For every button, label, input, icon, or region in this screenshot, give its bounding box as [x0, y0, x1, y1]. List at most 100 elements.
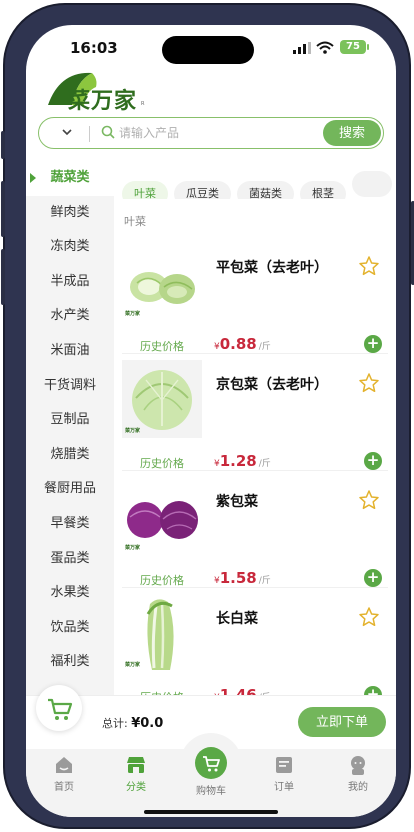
sidebar-item-label: 餐厨用品	[43, 481, 96, 497]
nav-profile[interactable]: 我的	[328, 755, 388, 793]
tab-roots[interactable]: 根茎	[300, 181, 346, 199]
image-watermark: 菜万家	[125, 662, 141, 668]
search-divider	[89, 126, 90, 142]
chevron-down-icon[interactable]	[61, 126, 73, 138]
product-card[interactable]: 菜万家 长白菜 历史价格 ¥1.46/斤 +	[122, 586, 388, 704]
sidebar-item-roast-meat[interactable]: 烧腊类	[26, 438, 114, 473]
floating-cart-button[interactable]	[36, 685, 82, 731]
sidebar-item-label: 豆制品	[50, 412, 90, 428]
sidebar-item-label: 冻肉类	[50, 239, 90, 255]
nav-category[interactable]: 分类	[106, 755, 166, 793]
nav-label: 我的	[348, 782, 368, 793]
battery-icon: 75	[340, 40, 366, 54]
section-label: 叶菜	[124, 215, 146, 228]
sidebar-item-label: 蔬菜类	[50, 170, 90, 185]
product-price: ¥0.88/斤	[214, 334, 271, 353]
sidebar-item-drinks[interactable]: 饮品类	[26, 611, 114, 646]
add-to-cart-plus-icon[interactable]: +	[364, 452, 382, 470]
price-value: 1.28	[219, 452, 257, 470]
image-watermark: 菜万家	[125, 428, 141, 434]
sidebar-item-label: 水产类	[50, 308, 90, 324]
status-time: 16:03	[70, 39, 118, 57]
product-image: 菜万家	[122, 243, 202, 321]
sidebar-item-label: 米面油	[50, 342, 90, 358]
favorite-star-icon[interactable]	[358, 606, 380, 628]
sidebar-item-label: 饮品类	[50, 619, 90, 635]
favorite-star-icon[interactable]	[358, 489, 380, 511]
sidebar-item-rice-flour-oil[interactable]: 米面油	[26, 334, 114, 369]
sidebar-item-semi-finished[interactable]: 半成品	[26, 265, 114, 300]
nav-cart[interactable]: 购物车	[181, 747, 241, 797]
nav-orders[interactable]: 订单	[254, 755, 314, 793]
volume-down-button	[1, 249, 5, 305]
product-name: 紫包菜	[216, 494, 258, 510]
product-card[interactable]: 菜万家 京包菜（去老叶） 历史价格 ¥1.28/斤 +	[122, 352, 388, 471]
volume-up-button	[1, 181, 5, 237]
price-value: 1.58	[219, 569, 257, 587]
product-price: ¥1.28/斤	[214, 451, 271, 470]
product-image: 菜万家	[122, 594, 202, 672]
product-name: 长白菜	[216, 611, 258, 627]
total-label: 总计:	[102, 717, 128, 730]
sidebar-item-breakfast[interactable]: 早餐类	[26, 507, 114, 542]
product-card[interactable]: 菜万家 紫包菜 历史价格 ¥1.58/斤 +	[122, 469, 388, 588]
favorite-star-icon[interactable]	[358, 372, 380, 394]
favorite-star-icon[interactable]	[358, 255, 380, 277]
registered-mark: R	[141, 101, 145, 107]
app-screen: 16:03 75 菜万家 R 请输入产品 搜索 蔬菜类 鲜肉类 冻肉类 半成品 …	[26, 25, 396, 817]
search-input[interactable]	[119, 122, 309, 144]
sidebar-item-label: 蛋品类	[50, 550, 90, 566]
image-watermark: 菜万家	[125, 311, 141, 317]
sidebar-item-fruit[interactable]: 水果类	[26, 576, 114, 611]
dynamic-island	[162, 36, 254, 64]
search-bar: 搜索	[38, 117, 384, 149]
price-value: 0.88	[219, 335, 257, 353]
nav-label: 订单	[274, 782, 294, 793]
tab-melons-beans[interactable]: 瓜豆类	[174, 181, 231, 199]
sidebar-item-bean-products[interactable]: 豆制品	[26, 403, 114, 438]
tab-more[interactable]	[352, 171, 392, 197]
mute-switch	[1, 131, 5, 159]
subcategory-tabs: 叶菜 瓜豆类 菌菇类 根茎	[122, 171, 396, 199]
sidebar-item-label: 干货调料	[43, 377, 96, 393]
tab-mushrooms[interactable]: 菌菇类	[237, 181, 294, 199]
category-sidebar: 蔬菜类 鲜肉类 冻肉类 半成品 水产类 米面油 干货调料 豆制品 烧腊类 餐厨用…	[26, 161, 114, 695]
cart-icon	[195, 747, 227, 779]
product-image: 菜万家	[122, 360, 202, 438]
sidebar-item-vegetables[interactable]: 蔬菜类	[26, 161, 114, 196]
wifi-icon	[316, 41, 334, 54]
product-name: 京包菜（去老叶）	[216, 377, 328, 393]
product-name: 平包菜（去老叶）	[216, 260, 328, 276]
battery-tip	[367, 44, 369, 50]
place-order-button[interactable]: 立即下单	[298, 707, 386, 737]
add-to-cart-plus-icon[interactable]: +	[364, 335, 382, 353]
total-currency: ¥	[131, 716, 141, 731]
product-card[interactable]: 菜万家 平包菜（去老叶） 历史价格 ¥0.88/斤 +	[122, 235, 388, 354]
sidebar-item-frozen-meat[interactable]: 冻肉类	[26, 230, 114, 265]
tab-leafy[interactable]: 叶菜	[122, 181, 168, 199]
sidebar-item-aquatic[interactable]: 水产类	[26, 299, 114, 334]
cart-total: 总计: ¥0.0	[102, 715, 163, 731]
sidebar-item-fresh-meat[interactable]: 鲜肉类	[26, 196, 114, 231]
add-to-cart-plus-icon[interactable]: +	[364, 569, 382, 587]
home-indicator	[144, 810, 278, 814]
price-unit: /斤	[258, 576, 271, 586]
sidebar-item-welfare[interactable]: 福利类	[26, 645, 114, 680]
search-button[interactable]: 搜索	[323, 120, 381, 146]
category-icon	[127, 757, 145, 773]
sidebar-item-label: 烧腊类	[50, 446, 90, 462]
search-icon	[101, 125, 115, 139]
brand-name: 菜万家	[68, 89, 138, 114]
profile-icon	[351, 756, 365, 775]
nav-home[interactable]: 首页	[34, 755, 94, 793]
cart-icon	[48, 698, 73, 720]
sidebar-item-kitchen-supplies[interactable]: 餐厨用品	[26, 472, 114, 507]
sidebar-item-dry-goods[interactable]: 干货调料	[26, 369, 114, 404]
nav-label: 分类	[126, 782, 146, 793]
sidebar-item-eggs[interactable]: 蛋品类	[26, 542, 114, 577]
order-icon	[276, 757, 292, 773]
sidebar-item-label: 水果类	[50, 585, 90, 601]
active-marker-icon	[30, 173, 36, 183]
phone-frame: 16:03 75 菜万家 R 请输入产品 搜索 蔬菜类 鲜肉类 冻肉类 半成品 …	[1, 3, 414, 829]
nav-label: 购物车	[196, 786, 226, 797]
